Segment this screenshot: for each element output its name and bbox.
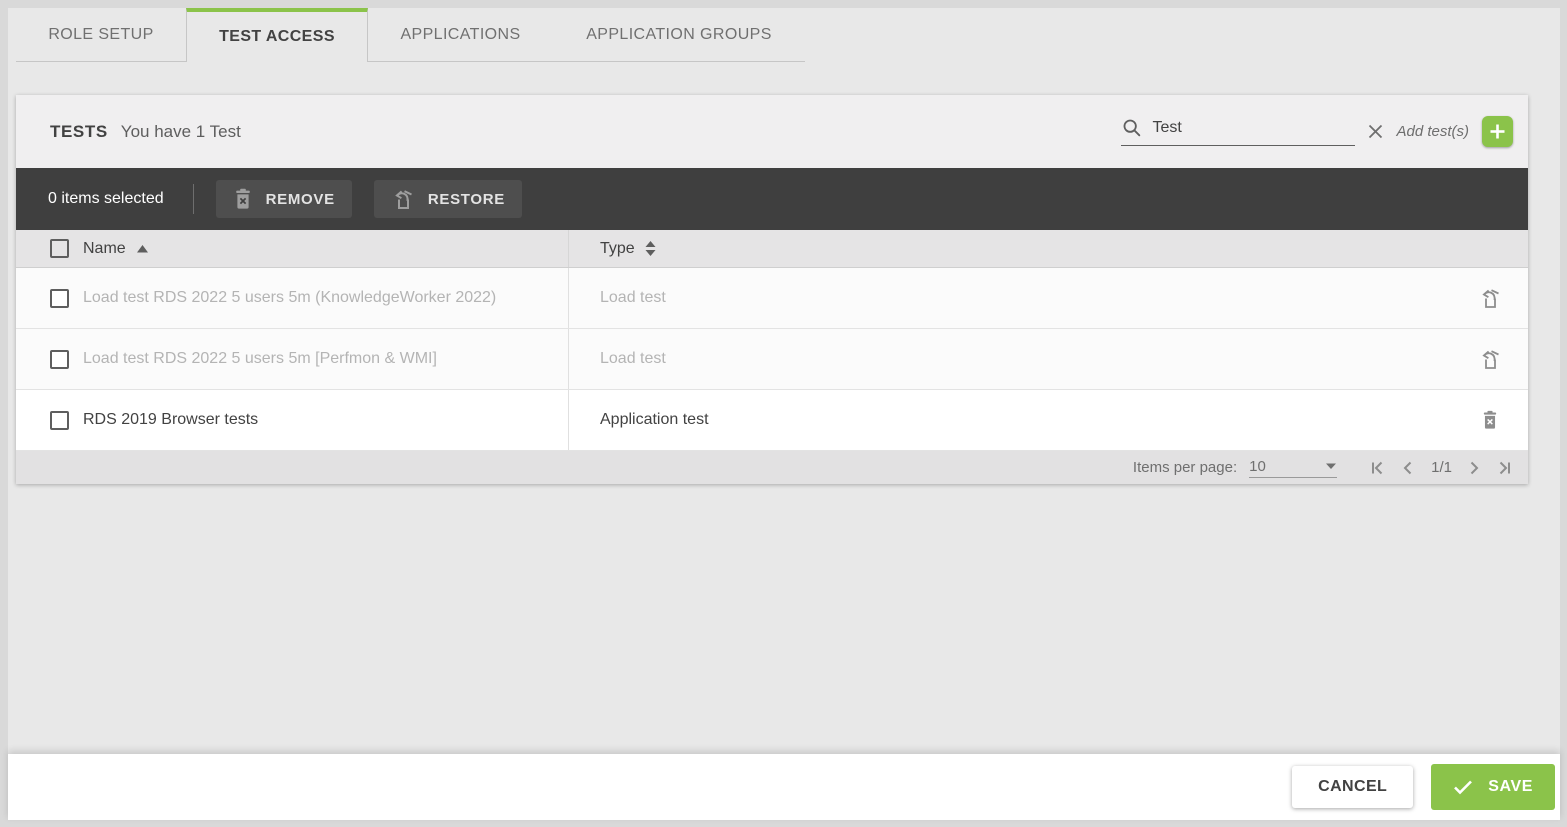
previous-page-button[interactable] [1401, 460, 1415, 476]
tests-panel-header: TESTS You have 1 Test Add test(s) [16, 95, 1528, 168]
last-page-button[interactable] [1496, 460, 1512, 476]
tab-application-groups[interactable]: APPLICATION GROUPS [553, 8, 805, 62]
tab-test-access[interactable]: TEST ACCESS [186, 8, 368, 62]
first-page-button[interactable] [1370, 460, 1386, 476]
test-type: Application test [600, 411, 709, 429]
sort-ascending-icon[interactable] [136, 244, 149, 254]
items-selected-label: 0 items selected [48, 190, 164, 208]
add-test-button[interactable] [1482, 116, 1513, 147]
column-header-type[interactable]: Type [600, 240, 635, 258]
cancel-button-label: CANCEL [1318, 778, 1387, 796]
toolbar-divider [193, 184, 194, 214]
table-header: Name Type [16, 230, 1528, 268]
table-header-type-cell: Type [569, 230, 1452, 267]
dropdown-arrow-icon [1325, 462, 1337, 470]
row-checkbox[interactable] [50, 289, 69, 308]
selection-toolbar: 0 items selected REMOVE [16, 168, 1528, 230]
search-input[interactable] [1152, 119, 1355, 137]
next-page-button[interactable] [1467, 460, 1481, 476]
trash-x-icon [233, 188, 253, 210]
tests-panel: TESTS You have 1 Test Add test(s) [16, 95, 1528, 484]
column-header-name[interactable]: Name [83, 240, 126, 258]
sort-both-icon[interactable] [644, 240, 657, 257]
table-row: Load test RDS 2022 5 users 5m [Perfmon &… [16, 329, 1528, 390]
row-checkbox[interactable] [50, 411, 69, 430]
test-type: Load test [600, 289, 666, 307]
restore-icon [391, 188, 415, 211]
row-restore-icon[interactable] [1478, 287, 1502, 310]
table-row: RDS 2019 Browser tests Application test [16, 390, 1528, 451]
table-header-actions-cell [1452, 230, 1528, 267]
viewport: ROLE SETUP TEST ACCESS APPLICATIONS APPL… [0, 0, 1567, 827]
cancel-button[interactable]: CANCEL [1292, 766, 1413, 808]
items-per-page-select[interactable]: 10 [1249, 458, 1337, 478]
search-box[interactable] [1121, 117, 1355, 146]
page-indicator: 1/1 [1431, 459, 1452, 476]
remove-button[interactable]: REMOVE [216, 180, 352, 218]
restore-button[interactable]: RESTORE [374, 180, 522, 218]
app-background: ROLE SETUP TEST ACCESS APPLICATIONS APPL… [8, 8, 1560, 820]
pagination-bar: Items per page: 10 1/1 [16, 451, 1528, 484]
table-row: Load test RDS 2022 5 users 5m (Knowledge… [16, 268, 1528, 329]
save-button[interactable]: SAVE [1431, 764, 1555, 810]
row-checkbox[interactable] [50, 350, 69, 369]
row-restore-icon[interactable] [1478, 348, 1502, 371]
tab-role-setup[interactable]: ROLE SETUP [16, 8, 186, 62]
save-button-label: SAVE [1488, 778, 1533, 796]
table-header-name-cell: Name [16, 230, 569, 267]
remove-button-label: REMOVE [266, 191, 335, 208]
footer-bar: CANCEL SAVE [8, 754, 1560, 820]
restore-button-label: RESTORE [428, 191, 505, 208]
test-name: RDS 2019 Browser tests [83, 411, 258, 429]
panel-title: TESTS [50, 122, 108, 142]
checkmark-icon [1453, 779, 1473, 795]
plus-icon [1488, 122, 1507, 141]
panel-subtitle: You have 1 Test [121, 122, 241, 142]
test-name: Load test RDS 2022 5 users 5m (Knowledge… [83, 289, 496, 307]
test-type: Load test [600, 350, 666, 368]
test-name: Load test RDS 2022 5 users 5m [Perfmon &… [83, 350, 437, 368]
row-delete-icon[interactable] [1481, 410, 1499, 430]
select-all-checkbox[interactable] [50, 239, 69, 258]
items-per-page-value: 10 [1249, 458, 1266, 475]
panel-header-controls: Add test(s) [1121, 116, 1513, 147]
clear-search-icon[interactable] [1367, 123, 1384, 140]
items-per-page-label: Items per page: [1133, 459, 1237, 476]
add-tests-label: Add test(s) [1396, 123, 1469, 140]
tab-bar: ROLE SETUP TEST ACCESS APPLICATIONS APPL… [16, 8, 805, 62]
tab-applications[interactable]: APPLICATIONS [368, 8, 553, 62]
search-icon [1121, 117, 1143, 139]
